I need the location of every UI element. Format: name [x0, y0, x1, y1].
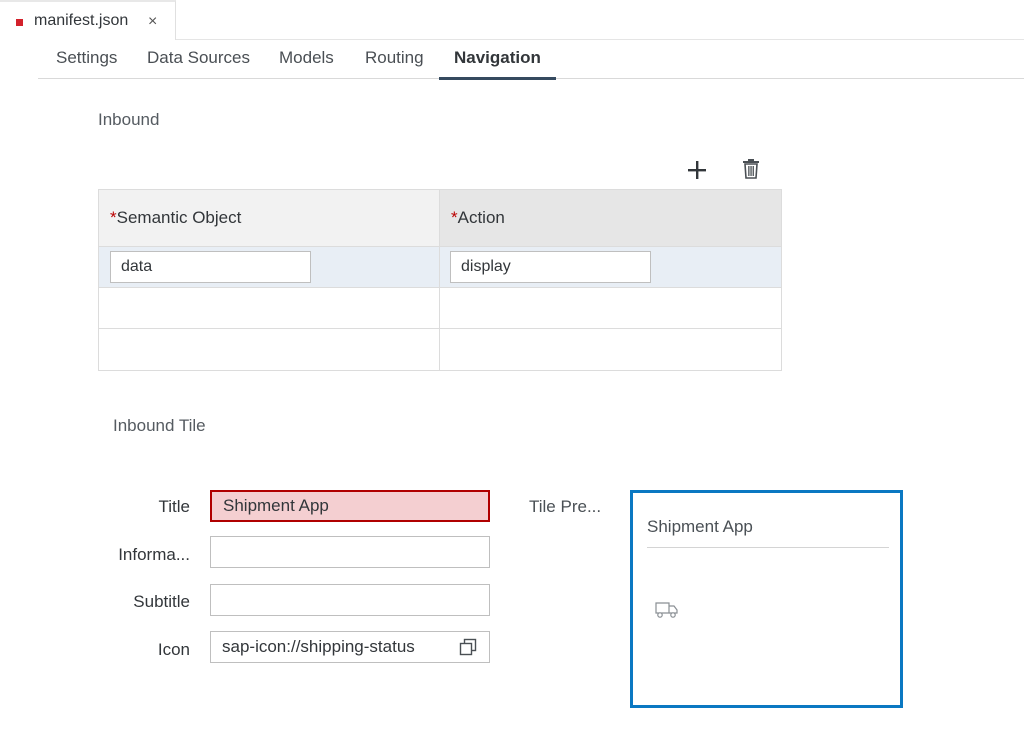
- column-header-action[interactable]: *Action: [439, 190, 781, 247]
- column-header-semantic-object[interactable]: *Semantic Object: [99, 190, 439, 247]
- inbound-table: *Semantic Object *Action: [98, 189, 782, 371]
- file-tab-manifest[interactable]: manifest.json ×: [0, 0, 176, 40]
- required-mark: *: [451, 208, 458, 227]
- close-icon[interactable]: ×: [148, 13, 157, 31]
- column-header-label: Semantic Object: [116, 208, 242, 227]
- tab-routing[interactable]: Routing: [365, 40, 424, 79]
- file-tab-bar: manifest.json ×: [0, 0, 1024, 40]
- title-input[interactable]: [210, 490, 490, 522]
- action-input[interactable]: [450, 251, 651, 283]
- shipping-truck-icon: [655, 602, 678, 618]
- column-header-label: Action: [457, 208, 505, 227]
- subtitle-input[interactable]: [210, 584, 490, 616]
- inbound-section-title: Inbound: [98, 110, 160, 129]
- subtitle-label: Subtitle: [133, 592, 190, 611]
- editor-tab-bar: Settings Data Sources Models Routing Nav…: [38, 40, 1024, 80]
- information-input[interactable]: [210, 536, 490, 568]
- tab-settings[interactable]: Settings: [56, 40, 117, 79]
- value-help-icon[interactable]: [459, 638, 477, 656]
- column-divider: [439, 247, 440, 371]
- tab-data-sources[interactable]: Data Sources: [147, 40, 250, 79]
- tile-divider: [647, 547, 889, 548]
- plus-icon[interactable]: [686, 159, 708, 181]
- tab-navigation[interactable]: Navigation: [439, 40, 556, 80]
- title-label: Title: [158, 497, 191, 516]
- semantic-object-input[interactable]: [110, 251, 311, 283]
- icon-input[interactable]: [210, 631, 490, 663]
- tile-preview-label: Tile Pre...: [529, 497, 602, 516]
- tile-preview: Shipment App: [630, 490, 903, 708]
- trash-icon[interactable]: [741, 158, 761, 180]
- unsaved-indicator-icon: [16, 19, 23, 26]
- icon-label: Icon: [157, 640, 190, 659]
- inbound-tile-section-title: Inbound Tile: [113, 416, 206, 435]
- file-tab-label: manifest.json: [34, 12, 129, 29]
- information-label: Informa...: [118, 545, 190, 564]
- tile-preview-title: Shipment App: [647, 517, 753, 536]
- table-row[interactable]: [99, 288, 781, 329]
- tab-models[interactable]: Models: [279, 40, 334, 79]
- table-row[interactable]: [99, 247, 781, 288]
- table-row[interactable]: [99, 329, 781, 371]
- required-mark: *: [110, 208, 117, 227]
